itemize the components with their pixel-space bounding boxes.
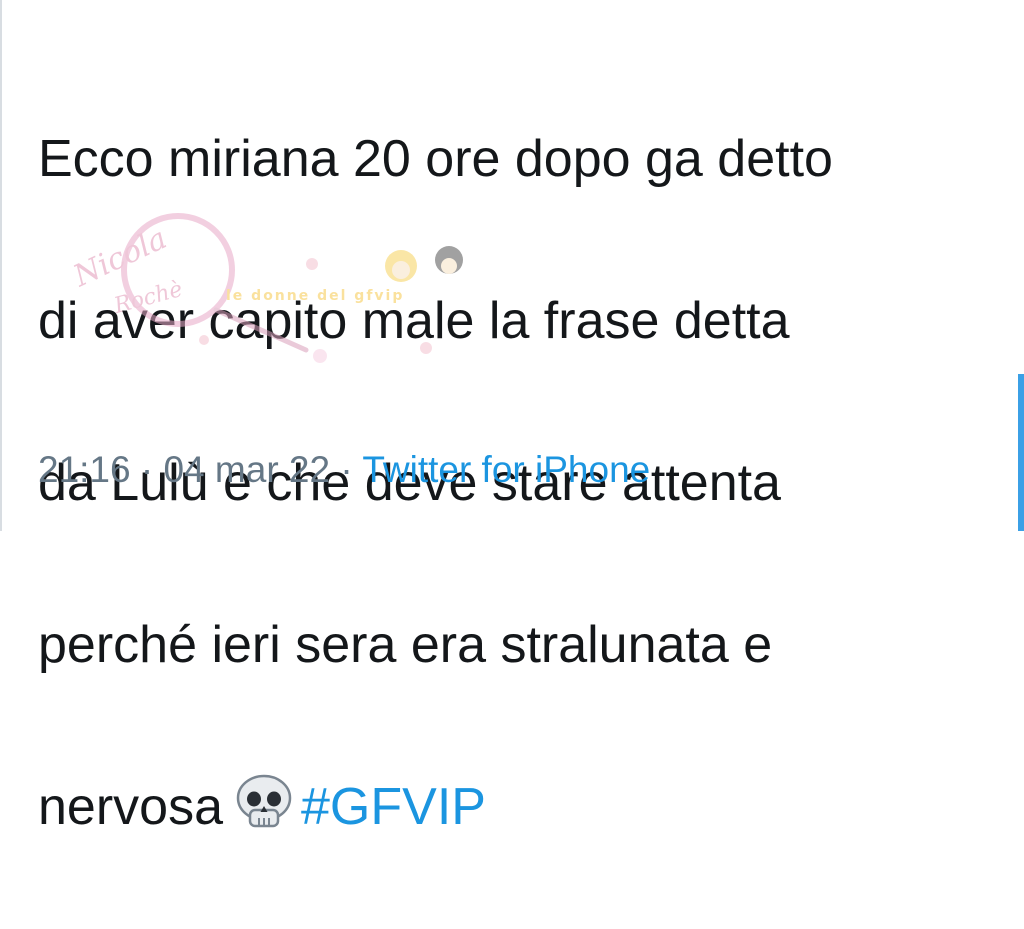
tweet-time: 21:16 xyxy=(38,449,131,490)
tweet-line-2: di aver capito male la frase detta xyxy=(38,292,790,350)
tweet-source-link[interactable]: Twitter for iPhone xyxy=(362,449,650,490)
scrollbar[interactable] xyxy=(1018,374,1024,531)
left-border xyxy=(0,0,2,531)
meta-separator: · xyxy=(140,449,154,490)
meta-separator: · xyxy=(340,449,353,490)
tweet-card: Ecco miriana 20 ore dopo ga detto di ave… xyxy=(0,0,1024,836)
tweet-meta: 21:16 · 04 mar 22 · Twitter for iPhone xyxy=(38,446,650,494)
tweet-line-5: nervosa #GFVIP xyxy=(38,767,1008,848)
tweet-line-5-text: nervosa xyxy=(38,778,223,836)
tweet-line-4: perché ieri sera era stralunata e xyxy=(38,616,773,674)
hashtag-link[interactable]: #GFVIP xyxy=(301,778,486,836)
tweet-line-1: Ecco miriana 20 ore dopo ga detto xyxy=(38,130,833,188)
skull-icon xyxy=(236,774,292,828)
tweet-date[interactable]: 04 mar 22 xyxy=(163,449,330,490)
